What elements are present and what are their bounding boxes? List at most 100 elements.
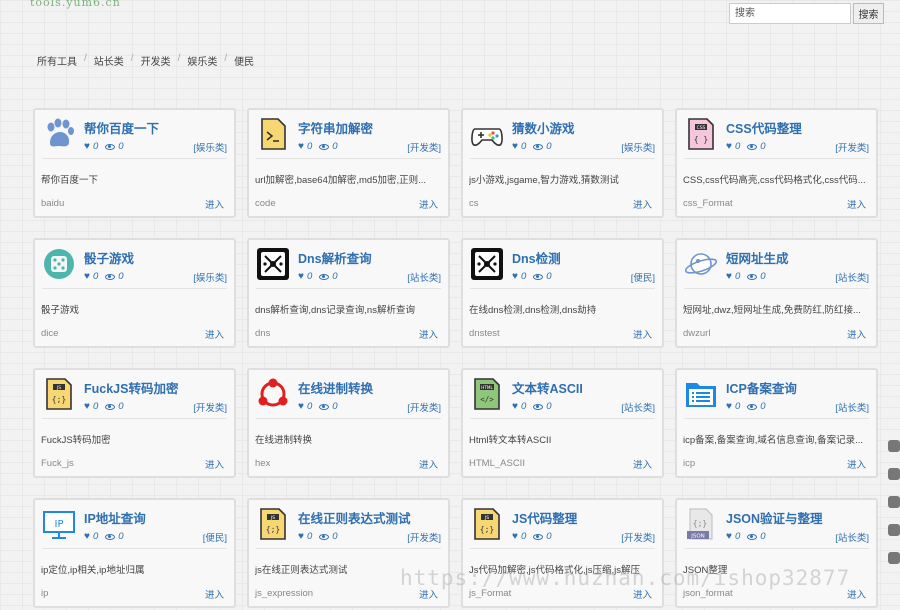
tool-card[interactable]: 骰子游戏 ♥ 0 0 [娱乐类] 骰子游戏 dice 进入 — [33, 238, 236, 348]
enter-link[interactable]: 进入 — [633, 327, 652, 341]
enter-link[interactable]: 进入 — [847, 457, 866, 471]
card-divider — [256, 158, 441, 159]
enter-link[interactable]: 进入 — [633, 457, 652, 471]
tool-slug: cs — [469, 198, 479, 209]
tool-description: CSS,css代码高亮,css代码格式化,css代码... — [683, 175, 866, 186]
tool-title[interactable]: CSS代码整理 — [726, 118, 802, 137]
heart-icon[interactable]: ♥ — [512, 271, 518, 282]
tool-card[interactable]: 在线进制转换 ♥ 0 0 [开发类] 在线进制转换 hex 进入 — [247, 368, 450, 478]
tool-card[interactable]: IP IP地址查询 ♥ 0 0 [便民] ip定位,ip相关,ip地址归属 ip 进入 — [33, 498, 236, 608]
tool-title[interactable]: 短网址生成 — [726, 248, 789, 267]
tool-title[interactable]: Dns检测 — [512, 248, 561, 267]
card-divider — [42, 158, 227, 159]
tool-title[interactable]: 猜数小游戏 — [512, 118, 575, 137]
heart-icon[interactable]: ♥ — [726, 531, 732, 542]
tool-title[interactable]: JS代码整理 — [512, 508, 577, 527]
tool-title[interactable]: 在线进制转换 — [298, 378, 373, 397]
site-logo[interactable]: tools.yum6.cn — [30, 0, 121, 9]
settings-icon[interactable] — [888, 524, 900, 536]
share-icon[interactable] — [888, 468, 900, 480]
tool-slug: Fuck_js — [41, 458, 74, 469]
category-tag[interactable]: [开发类] — [407, 140, 441, 154]
category-tag[interactable]: [站长类] — [835, 530, 869, 544]
category-tag[interactable]: [开发类] — [407, 530, 441, 544]
category-tag[interactable]: [便民] — [203, 530, 227, 544]
tool-title[interactable]: JSON验证与整理 — [726, 508, 823, 527]
tool-card[interactable]: 字符串加解密 ♥ 0 0 [开发类] url加解密,base64加解密,md5加密,正则.… — [247, 108, 450, 218]
tool-card[interactable]: JS {;} FuckJS转码加密 ♥ 0 0 [开发类] FuckJS转码加密 Fuck_js… — [33, 368, 236, 478]
tool-card[interactable]: {;} JSON JSON验证与整理 ♥ 0 0 [站长类] JSON整理 json_forma… — [675, 498, 878, 608]
tool-title[interactable]: 文本转ASCII — [512, 378, 583, 397]
crumb-entertainment[interactable]: 娱乐类 — [187, 53, 217, 68]
enter-link[interactable]: 进入 — [633, 197, 652, 211]
tool-title[interactable]: 骰子游戏 — [84, 248, 134, 267]
search-input[interactable] — [729, 3, 851, 24]
tool-title[interactable]: ICP备案查询 — [726, 378, 797, 397]
category-tag[interactable]: [站长类] — [835, 400, 869, 414]
enter-link[interactable]: 进入 — [205, 327, 224, 341]
tool-card[interactable]: 帮你百度一下 ♥ 0 0 [娱乐类] 帮你百度一下 baidu 进入 — [33, 108, 236, 218]
car-icon[interactable] — [888, 552, 900, 564]
heart-icon[interactable]: ♥ — [298, 141, 304, 152]
tool-card[interactable]: 短网址生成 ♥ 0 0 [站长类] 短网址,dwz,短网址生成,免费防红,防红接... dw… — [675, 238, 878, 348]
tool-card[interactable]: JS {;} JS代码整理 ♥ 0 0 [开发类] Js代码加解密,js代码格式化,js压缩,… — [461, 498, 664, 608]
enter-link[interactable]: 进入 — [205, 587, 224, 601]
category-tag[interactable]: [站长类] — [407, 270, 441, 284]
chat-icon[interactable] — [888, 440, 900, 452]
heart-icon[interactable]: ♥ — [84, 271, 90, 282]
heart-icon[interactable]: ♥ — [512, 531, 518, 542]
tool-title[interactable]: IP地址查询 — [84, 508, 146, 527]
heart-icon[interactable]: ♥ — [726, 271, 732, 282]
tool-description: 骰子游戏 — [41, 305, 80, 316]
heart-icon[interactable]: ♥ — [84, 401, 90, 412]
crumb-webmaster[interactable]: 站长类 — [94, 53, 124, 68]
heart-icon[interactable]: ♥ — [726, 141, 732, 152]
category-tag[interactable]: [娱乐类] — [193, 140, 227, 154]
heart-icon[interactable]: ♥ — [512, 141, 518, 152]
heart-icon[interactable]: ♥ — [298, 531, 304, 542]
enter-link[interactable]: 进入 — [205, 457, 224, 471]
monitor-icon[interactable] — [888, 496, 900, 508]
category-tag[interactable]: [娱乐类] — [621, 140, 655, 154]
enter-link[interactable]: 进入 — [847, 197, 866, 211]
enter-link[interactable]: 进入 — [419, 327, 438, 341]
tool-card[interactable]: HTML </> 文本转ASCII ♥ 0 0 [站长类] Html转文本转ASCII HTML… — [461, 368, 664, 478]
enter-link[interactable]: 进入 — [419, 457, 438, 471]
tool-card[interactable]: ICP备案查询 ♥ 0 0 [站长类] icp备案,备案查询,域名信息查询,备案记录...… — [675, 368, 878, 478]
category-tag[interactable]: [娱乐类] — [193, 270, 227, 284]
crumb-all-tools[interactable]: 所有工具 — [37, 53, 77, 68]
heart-icon[interactable]: ♥ — [726, 401, 732, 412]
category-tag[interactable]: [便民] — [631, 270, 655, 284]
tool-card[interactable]: 猜数小游戏 ♥ 0 0 [娱乐类] js小游戏,jsgame,智力游戏,猜数测试 cs 进入 — [461, 108, 664, 218]
crumb-convenience[interactable]: 便民 — [234, 53, 254, 68]
tool-slug: code — [255, 198, 276, 209]
enter-link[interactable]: 进入 — [419, 197, 438, 211]
tool-title[interactable]: 在线正则表达式测试 — [298, 508, 411, 527]
tool-title[interactable]: FuckJS转码加密 — [84, 378, 178, 397]
category-tag[interactable]: [开发类] — [407, 400, 441, 414]
tool-card[interactable]: CSS{ } CSS代码整理 ♥ 0 0 [开发类] CSS,css代码高亮,css代码格式… — [675, 108, 878, 218]
heart-icon[interactable]: ♥ — [84, 531, 90, 542]
tool-card[interactable]: Dns解析查询 ♥ 0 0 [站长类] dns解析查询,dns记录查询,ns解析查询 dns… — [247, 238, 450, 348]
like-count: 0 — [520, 271, 527, 282]
heart-icon[interactable]: ♥ — [298, 271, 304, 282]
tool-title[interactable]: 帮你百度一下 — [84, 118, 159, 137]
heart-icon[interactable]: ♥ — [298, 401, 304, 412]
category-tag[interactable]: [站长类] — [621, 400, 655, 414]
category-tag[interactable]: [开发类] — [193, 400, 227, 414]
tool-title[interactable]: 字符串加解密 — [298, 118, 373, 137]
search-button[interactable]: 搜索 — [853, 3, 884, 24]
planet-icon — [684, 247, 718, 281]
hub-icon — [256, 377, 290, 411]
enter-link[interactable]: 进入 — [847, 327, 866, 341]
crumb-dev[interactable]: 开发类 — [141, 53, 171, 68]
heart-icon[interactable]: ♥ — [84, 141, 90, 152]
enter-link[interactable]: 进入 — [205, 197, 224, 211]
category-tag[interactable]: [开发类] — [835, 140, 869, 154]
tool-card[interactable]: JS {;} 在线正则表达式测试 ♥ 0 0 [开发类] js在线正则表达式测试 js_expr… — [247, 498, 450, 608]
tool-card[interactable]: Dns检测 ♥ 0 0 [便民] 在线dns检测,dns检测,dns劫持 dnstest 进入 — [461, 238, 664, 348]
heart-icon[interactable]: ♥ — [512, 401, 518, 412]
category-tag[interactable]: [开发类] — [621, 530, 655, 544]
tool-title[interactable]: Dns解析查询 — [298, 248, 372, 267]
category-tag[interactable]: [站长类] — [835, 270, 869, 284]
